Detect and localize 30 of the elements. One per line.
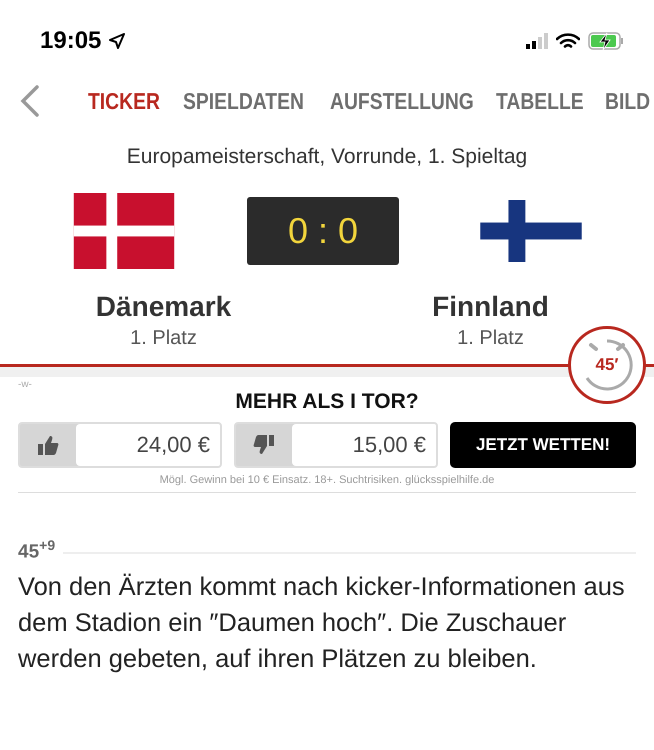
status-time: 19:05 bbox=[40, 27, 102, 55]
team-name: Dänemark bbox=[96, 291, 232, 323]
thumbs-up-icon bbox=[37, 434, 59, 456]
team-rank: 1. Platz bbox=[130, 327, 197, 350]
tab[interactable]: BILD bbox=[605, 88, 650, 114]
team-name: Finnland bbox=[432, 291, 549, 323]
wifi-icon bbox=[556, 32, 580, 50]
location-arrow-icon bbox=[109, 33, 126, 49]
tab[interactable]: TABELLE bbox=[496, 88, 584, 114]
score-board: 0 : 0 bbox=[247, 197, 399, 265]
competition-title: Europameisterschaft, Vorrunde, 1. Spieltag bbox=[126, 145, 528, 168]
bet-button[interactable]: JETZT WETTEN! bbox=[450, 422, 636, 468]
no-odds-button[interactable]: 15,00 € bbox=[234, 422, 438, 468]
signal-icon bbox=[526, 33, 548, 49]
disclaimer: Mögl. Gewinn bei 10 € Einsatz. 18+. Suchtrisiken. glücksspielhilfe.de bbox=[160, 474, 494, 486]
sponsor-mark: -w- bbox=[18, 379, 33, 390]
battery-charging-icon bbox=[588, 32, 624, 50]
tab[interactable]: AUFSTELLUNG bbox=[330, 88, 474, 114]
team-rank: 1. Platz bbox=[457, 327, 524, 350]
match-clock: 45′ bbox=[568, 326, 646, 404]
back-icon[interactable] bbox=[20, 85, 40, 117]
ticker-text: Von den Ärzten kommt nach kicker-Informationen aus dem Stadion ein ″Daumen hoch″. Die Zuschauer werden gebeten, auf ihren Plätzen zu bleiben. bbox=[18, 572, 626, 676]
flag-icon bbox=[72, 193, 174, 269]
tab[interactable]: SPIELDATEN bbox=[183, 88, 304, 114]
bet-question: MEHR ALS I TOR? bbox=[235, 390, 419, 413]
thumbs-down-icon bbox=[253, 434, 275, 456]
tab[interactable]: TICKER bbox=[88, 88, 160, 114]
flag-icon bbox=[480, 200, 582, 262]
yes-odds-button[interactable]: 24,00 € bbox=[18, 422, 222, 468]
ticker-minute: 45$^{+9}$ bbox=[18, 537, 56, 564]
